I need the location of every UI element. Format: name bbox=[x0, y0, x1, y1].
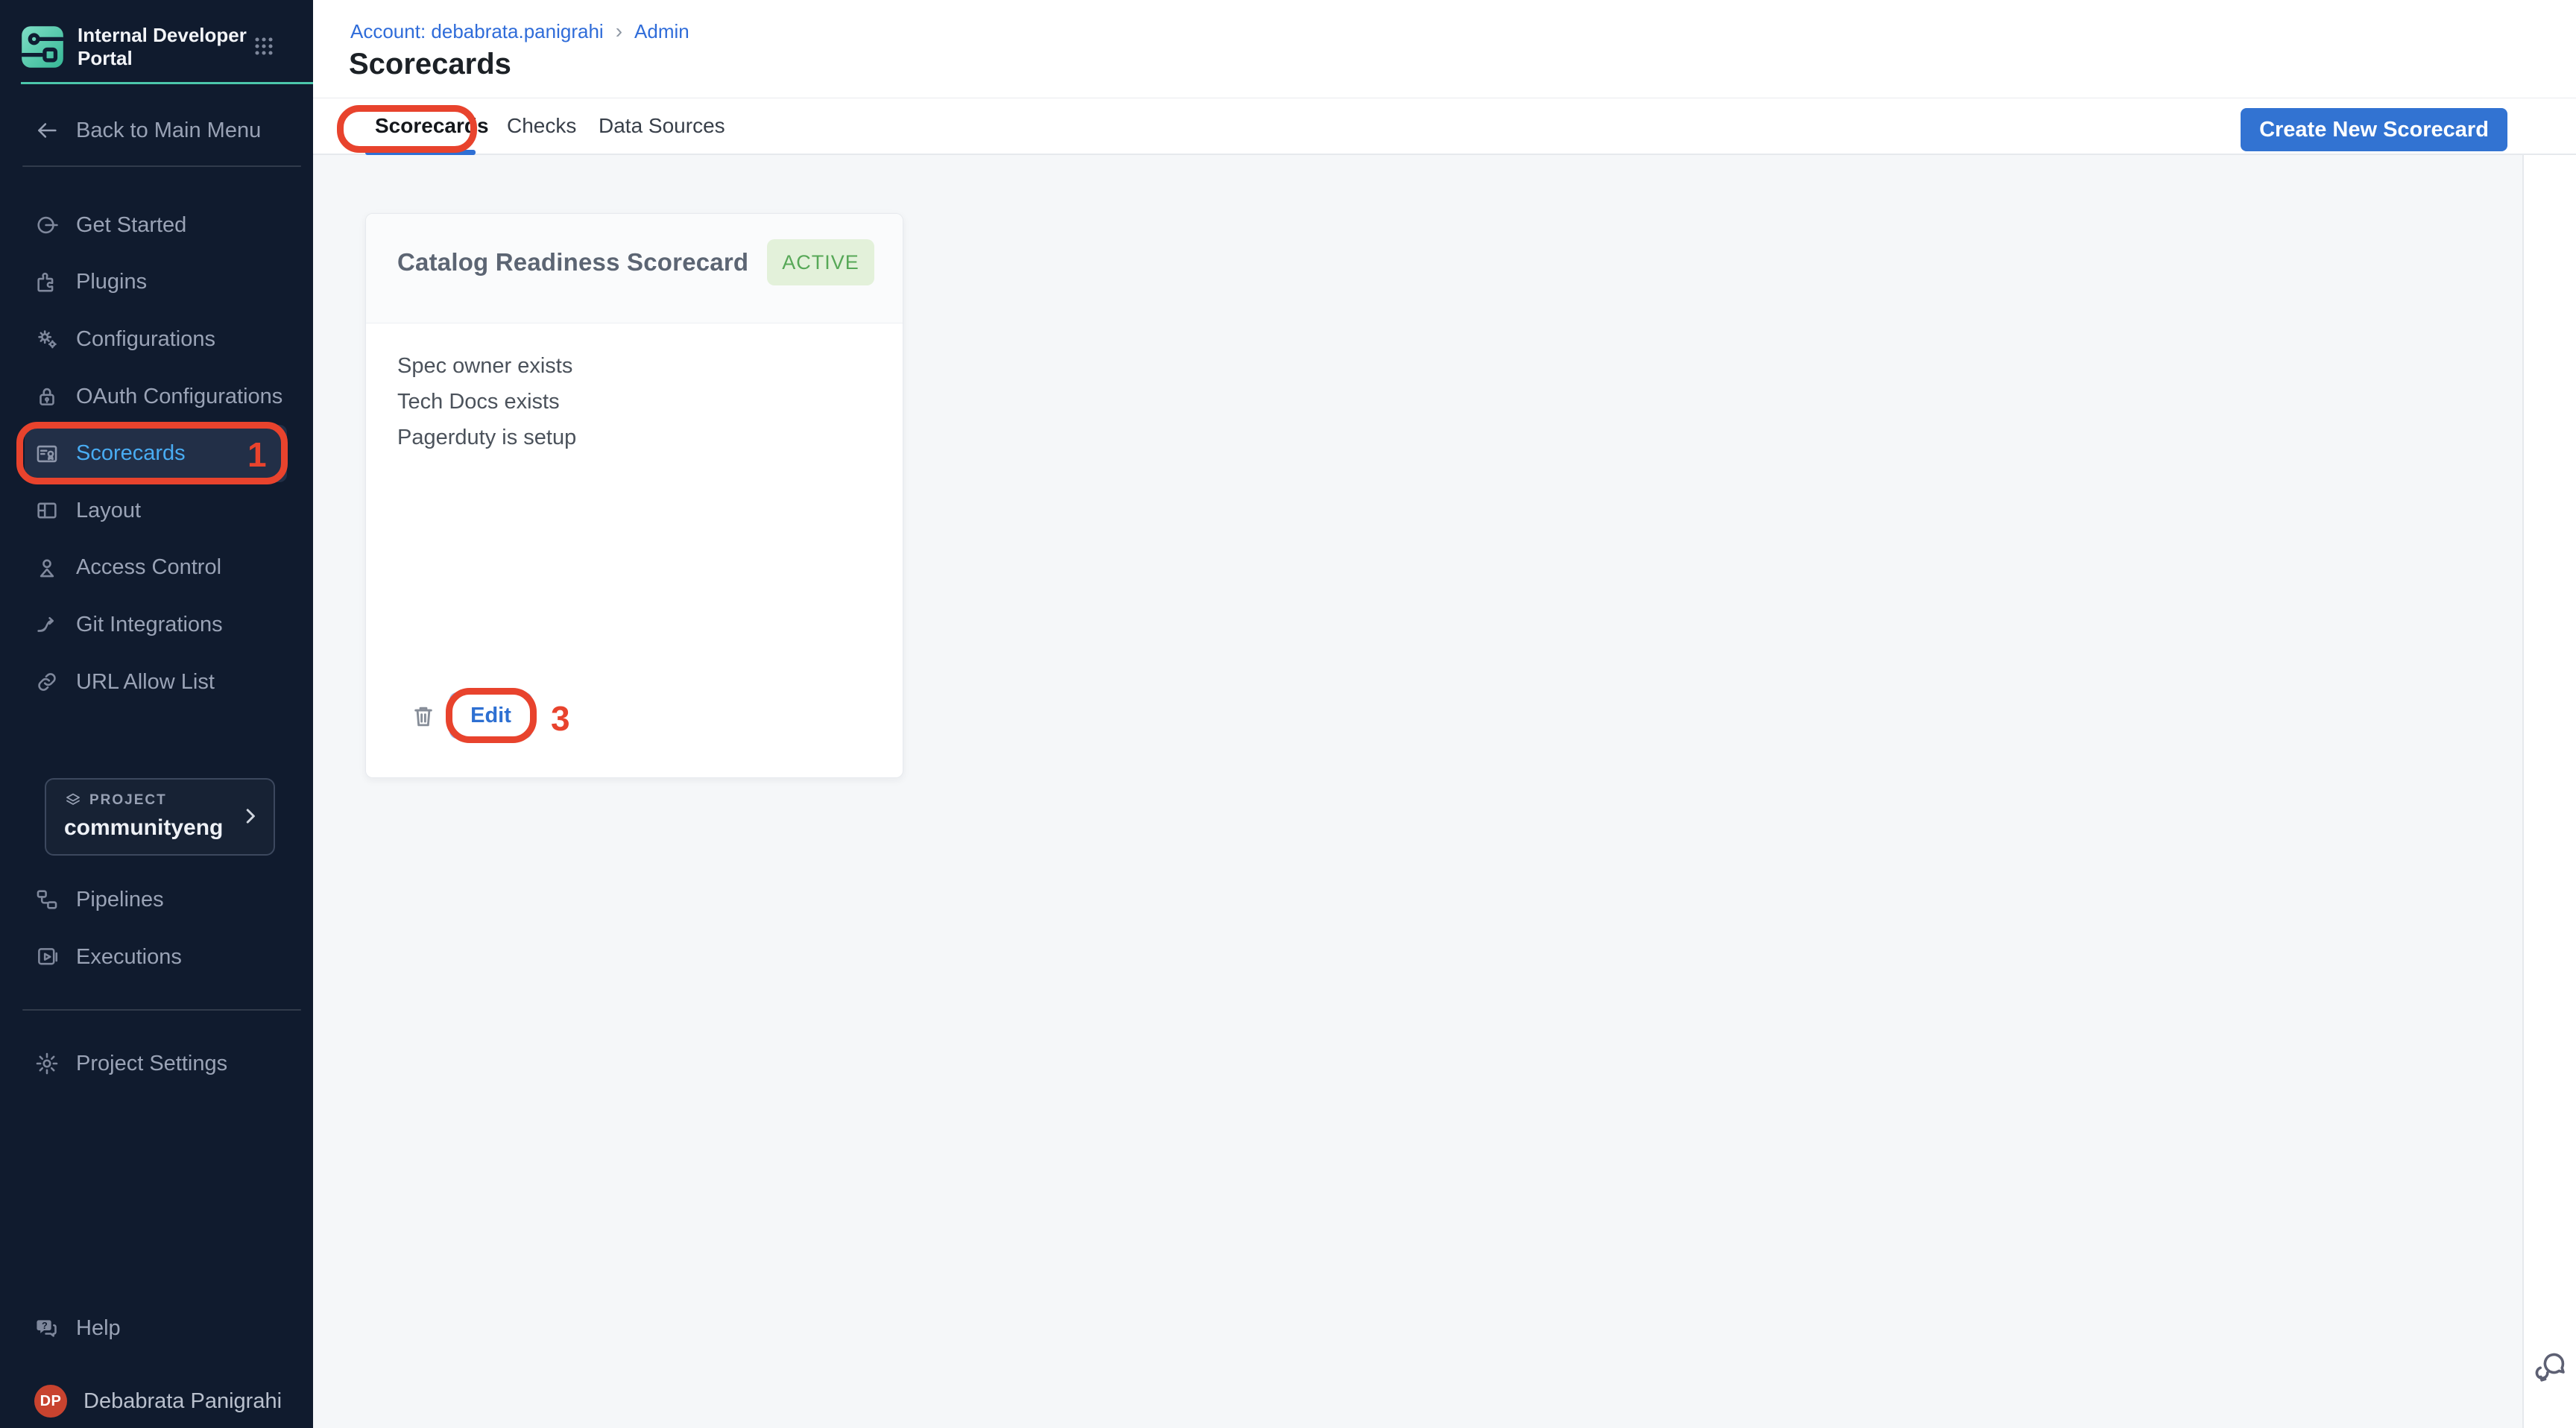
sidebar-item-label: Plugins bbox=[76, 270, 147, 294]
sidebar-item-label: Get Started bbox=[76, 213, 186, 238]
sidebar-item-access-control[interactable]: Access Control bbox=[0, 540, 313, 597]
edit-button[interactable]: Edit bbox=[449, 692, 532, 739]
sidebar-item-get-started[interactable]: Get Started bbox=[0, 197, 313, 254]
arrow-left-icon bbox=[34, 118, 60, 143]
executions-play-icon bbox=[34, 944, 60, 970]
user-menu[interactable]: DP Debabrata Panigrahi bbox=[0, 1375, 313, 1427]
sidebar: Internal Developer Portal Back to Main M… bbox=[0, 0, 313, 1428]
pipelines-icon bbox=[34, 887, 60, 912]
grid-menu-icon[interactable] bbox=[250, 33, 277, 60]
layers-icon bbox=[64, 792, 82, 809]
breadcrumb-separator: › bbox=[616, 19, 622, 43]
tab-label: Scorecards bbox=[375, 114, 489, 138]
sidebar-item-executions[interactable]: Executions bbox=[0, 929, 313, 985]
scorecards-icon bbox=[34, 441, 60, 467]
trash-icon[interactable] bbox=[409, 702, 438, 730]
person-icon bbox=[34, 555, 60, 581]
breadcrumb-account-link[interactable]: Account: debabrata.panigrahi bbox=[350, 20, 604, 43]
lock-icon bbox=[34, 384, 60, 409]
chevron-right-icon bbox=[239, 805, 262, 827]
app-logo: Internal Developer Portal bbox=[21, 24, 247, 70]
sidebar-item-label: Configurations bbox=[76, 327, 215, 352]
annotation-number-3: 3 bbox=[551, 698, 570, 739]
scorecard-checks-list: Spec owner exists Tech Docs exists Pager… bbox=[397, 348, 576, 455]
scorecard-title: Catalog Readiness Scorecard bbox=[397, 248, 748, 277]
help-icon: ? bbox=[34, 1315, 60, 1341]
sidebar-item-label: Git Integrations bbox=[76, 613, 223, 637]
sidebar-item-pipelines[interactable]: Pipelines bbox=[0, 871, 313, 928]
sidebar-item-label: Executions bbox=[76, 945, 182, 970]
check-item: Pagerduty is setup bbox=[397, 420, 576, 455]
page-title: Scorecards bbox=[349, 48, 511, 81]
check-item: Tech Docs exists bbox=[397, 384, 576, 420]
app-root: Internal Developer Portal Back to Main M… bbox=[0, 0, 2576, 1428]
avatar: DP bbox=[34, 1385, 67, 1418]
tab-data-sources[interactable]: Data Sources bbox=[599, 98, 725, 154]
git-branch-icon bbox=[34, 612, 60, 637]
scorecard-card: Catalog Readiness Scorecard ACTIVE Spec … bbox=[365, 213, 903, 778]
right-side-strip bbox=[2522, 155, 2576, 1428]
configurations-gears-icon bbox=[34, 326, 60, 352]
back-to-main-menu-label: Back to Main Menu bbox=[76, 119, 261, 143]
sidebar-item-label: Pipelines bbox=[76, 888, 164, 912]
tab-label: Checks bbox=[507, 114, 576, 138]
create-new-scorecard-button[interactable]: Create New Scorecard bbox=[2241, 108, 2507, 151]
app-title-line2: Portal bbox=[78, 47, 247, 70]
active-tab-indicator bbox=[365, 150, 476, 155]
project-selector[interactable]: PROJECT communityeng bbox=[45, 778, 275, 856]
breadcrumb-admin-link[interactable]: Admin bbox=[634, 20, 689, 43]
sidebar-divider bbox=[22, 165, 301, 167]
tab-scorecards[interactable]: Scorecards bbox=[375, 98, 489, 154]
sidebar-item-label: Project Settings bbox=[76, 1052, 227, 1076]
svg-text:?: ? bbox=[42, 1320, 48, 1331]
admin-menu: Get Started Plugins Configurations bbox=[0, 197, 313, 710]
sidebar-item-label: Access Control bbox=[76, 555, 221, 580]
tab-bar: Scorecards Checks Data Sources Create Ne… bbox=[313, 98, 2576, 155]
link-icon bbox=[34, 669, 60, 695]
scorecard-card-header: Catalog Readiness Scorecard ACTIVE bbox=[366, 214, 903, 323]
teal-accent-divider bbox=[21, 82, 313, 84]
plugins-icon bbox=[34, 270, 60, 295]
main-content: Catalog Readiness Scorecard ACTIVE Spec … bbox=[313, 155, 2522, 1428]
app-title-line1: Internal Developer bbox=[78, 24, 247, 47]
layout-icon bbox=[34, 498, 60, 523]
sidebar-item-configurations[interactable]: Configurations bbox=[0, 311, 313, 368]
project-label: PROJECT bbox=[89, 792, 167, 809]
sidebar-item-label: Layout bbox=[76, 499, 141, 523]
breadcrumb: Account: debabrata.panigrahi › Admin bbox=[350, 19, 689, 43]
chat-support-icon[interactable] bbox=[2533, 1349, 2569, 1385]
tab-label: Data Sources bbox=[599, 114, 725, 138]
sidebar-item-git-integrations[interactable]: Git Integrations bbox=[0, 596, 313, 654]
check-item: Spec owner exists bbox=[397, 348, 576, 384]
sidebar-item-label: Scorecards bbox=[76, 441, 186, 466]
help-button[interactable]: ? Help bbox=[0, 1300, 313, 1356]
gear-icon bbox=[34, 1051, 60, 1076]
sidebar-divider bbox=[22, 1009, 301, 1011]
sidebar-item-oauth-configurations[interactable]: OAuth Configurations bbox=[0, 368, 313, 426]
sidebar-item-scorecards[interactable]: Scorecards bbox=[25, 425, 287, 482]
sidebar-item-label: OAuth Configurations bbox=[76, 385, 282, 409]
status-badge: ACTIVE bbox=[767, 239, 874, 285]
sidebar-item-url-allow-list[interactable]: URL Allow List bbox=[0, 654, 313, 711]
tab-checks[interactable]: Checks bbox=[507, 98, 576, 154]
sidebar-item-plugins[interactable]: Plugins bbox=[0, 254, 313, 312]
sidebar-item-label: URL Allow List bbox=[76, 670, 215, 695]
sidebar-item-project-settings[interactable]: Project Settings bbox=[0, 1035, 313, 1092]
top-bar bbox=[313, 0, 2576, 98]
help-label: Help bbox=[76, 1316, 121, 1341]
get-started-icon bbox=[34, 212, 60, 238]
app-logo-icon bbox=[21, 25, 64, 69]
user-name: Debabrata Panigrahi bbox=[83, 1389, 282, 1414]
project-name: communityeng bbox=[64, 815, 223, 841]
sidebar-item-layout[interactable]: Layout bbox=[0, 482, 313, 540]
back-to-main-menu[interactable]: Back to Main Menu bbox=[34, 118, 261, 143]
